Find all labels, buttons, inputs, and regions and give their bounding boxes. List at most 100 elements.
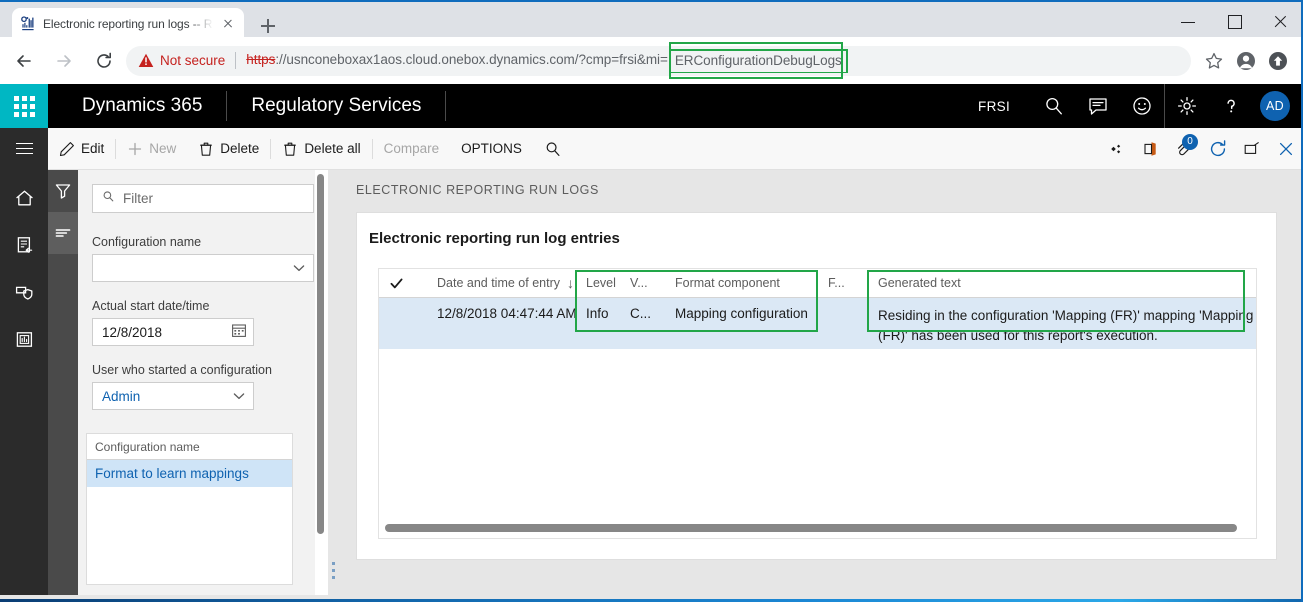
table-row[interactable]: 12/8/2018 04:47:44 AM Info C... Mapping … xyxy=(379,298,1256,349)
popout-icon[interactable] xyxy=(1235,128,1269,170)
attachment-icon[interactable]: 0 xyxy=(1167,128,1201,170)
delete-button[interactable]: Delete xyxy=(187,128,270,170)
module-label[interactable]: Regulatory Services xyxy=(227,91,447,121)
list-item[interactable]: Format to learn mappings xyxy=(87,460,292,487)
dynamics-365-favicon-icon xyxy=(20,15,36,32)
chevron-down-icon xyxy=(292,261,306,275)
d365-navbar: Dynamics 365 Regulatory Services FRSI AD xyxy=(0,84,1303,128)
configuration-list-header[interactable]: Configuration name xyxy=(87,434,292,460)
user-started-combo[interactable]: Admin xyxy=(92,382,254,410)
options-tab[interactable]: OPTIONS xyxy=(450,128,533,170)
user-started-label: User who started a configuration xyxy=(92,363,272,377)
select-all-checkmark-icon[interactable] xyxy=(379,269,413,298)
user-started-field: User who started a configuration Admin xyxy=(92,363,299,410)
update-arrow-icon[interactable] xyxy=(1263,46,1293,76)
search-icon xyxy=(102,190,115,208)
address-bar-url: https://usnconeboxax1aos.cloud.onebox.dy… xyxy=(246,48,848,73)
account-circle-icon[interactable] xyxy=(1231,46,1261,76)
panel-splitter[interactable] xyxy=(328,170,338,595)
relationships-icon[interactable] xyxy=(1099,128,1133,170)
configuration-name-label: Configuration name xyxy=(92,235,202,249)
column-header-generated-text[interactable]: Generated text xyxy=(869,269,1254,298)
help-icon[interactable] xyxy=(1209,84,1253,128)
left-navigation xyxy=(0,170,48,595)
browser-tab-title: Electronic reporting run logs -- R xyxy=(43,16,213,31)
filter-rail xyxy=(48,170,78,595)
list-lines-icon[interactable] xyxy=(48,212,78,254)
app-launcher-icon[interactable] xyxy=(0,84,48,128)
chevron-down-icon xyxy=(232,389,246,403)
brand-label[interactable]: Dynamics 365 xyxy=(58,91,228,121)
column-header-date[interactable]: Date and time of entry ↓ xyxy=(413,269,577,298)
cell-level: Info xyxy=(586,306,609,321)
delete-button-label: Delete xyxy=(220,141,260,156)
workspaces-icon[interactable] xyxy=(0,319,48,359)
log-entries-grid: Date and time of entry ↓ Level V... Form… xyxy=(378,268,1257,539)
window-controls xyxy=(1165,4,1303,39)
column-header-v[interactable]: V... xyxy=(621,269,666,298)
url-highlighted-param: ERConfigurationDebugLogs xyxy=(668,49,848,73)
new-button[interactable]: New xyxy=(116,128,187,170)
splitter-handle-icon[interactable] xyxy=(332,562,335,582)
recent-document-icon[interactable] xyxy=(0,225,48,265)
filter-input-placeholder: Filter xyxy=(123,191,153,206)
calendar-icon[interactable] xyxy=(231,322,247,343)
gear-icon[interactable] xyxy=(1165,84,1209,128)
configuration-name-field: Configuration name xyxy=(92,235,314,282)
column-header-date-label: Date and time of entry xyxy=(437,276,560,290)
cell-date: 12/8/2018 04:47:44 AM xyxy=(437,306,577,321)
column-header-format-component[interactable]: Format component xyxy=(666,269,819,298)
edit-button[interactable]: Edit xyxy=(48,128,115,170)
actual-start-date-input[interactable]: 12/8/2018 xyxy=(92,318,254,346)
filter-funnel-icon[interactable] xyxy=(48,170,78,212)
forward-button[interactable] xyxy=(48,45,80,77)
column-header-f[interactable]: F... xyxy=(819,269,869,298)
user-started-value: Admin xyxy=(102,388,141,404)
browser-tabstrip: Electronic reporting run logs -- R xyxy=(0,0,1303,39)
hamburger-menu-icon[interactable] xyxy=(0,127,48,170)
sort-descending-icon: ↓ xyxy=(566,275,574,291)
close-icon[interactable] xyxy=(1269,128,1303,170)
compare-button[interactable]: Compare xyxy=(373,128,451,170)
back-button[interactable] xyxy=(8,45,40,77)
configuration-name-combo[interactable] xyxy=(92,254,314,282)
new-tab-button[interactable] xyxy=(256,14,280,38)
reload-button[interactable] xyxy=(88,45,120,77)
smiley-icon[interactable] xyxy=(1120,84,1164,128)
maximize-icon[interactable] xyxy=(1211,4,1257,39)
grid-horizontal-scrollbar[interactable] xyxy=(385,524,1237,532)
delete-all-button-label: Delete all xyxy=(304,141,361,156)
star-icon[interactable] xyxy=(1199,46,1229,76)
new-button-label: New xyxy=(149,141,177,156)
cell-generated-text: Residing in the configuration 'Mapping (… xyxy=(878,308,1254,343)
card-title: Electronic reporting run log entries xyxy=(369,230,620,247)
url-divider xyxy=(235,52,237,69)
company-label[interactable]: FRSI xyxy=(978,99,1010,114)
filter-input[interactable]: Filter xyxy=(92,184,314,213)
actual-start-date-label: Actual start date/time xyxy=(92,299,210,313)
office-export-icon[interactable] xyxy=(1133,128,1167,170)
cell-format-component: Mapping configuration xyxy=(675,306,808,321)
compare-button-label: Compare xyxy=(383,141,440,156)
row-select-cell[interactable] xyxy=(379,298,413,349)
address-bar[interactable]: Not secure https://usnconeboxax1aos.clou… xyxy=(126,45,1191,76)
tab-close-icon[interactable] xyxy=(220,16,236,32)
home-icon[interactable] xyxy=(0,178,48,218)
edit-button-label: Edit xyxy=(81,141,105,156)
action-pane-search-icon[interactable] xyxy=(533,128,573,170)
avatar[interactable]: AD xyxy=(1260,91,1290,121)
delete-all-button[interactable]: Delete all xyxy=(271,128,371,170)
search-icon[interactable] xyxy=(1032,84,1076,128)
warning-triangle-icon xyxy=(138,53,154,68)
main-content: ELECTRONIC REPORTING RUN LOGS Electronic… xyxy=(338,170,1303,595)
minimize-icon[interactable] xyxy=(1165,4,1211,39)
left-panel-vertical-scrollbar[interactable] xyxy=(316,174,324,534)
url-rest: ://usnconeboxax1aos.cloud.onebox.dynamic… xyxy=(275,52,668,68)
feedback-icon[interactable] xyxy=(1076,84,1120,128)
browser-tab[interactable]: Electronic reporting run logs -- R xyxy=(12,8,244,39)
url-scheme: https xyxy=(246,52,276,68)
favorites-shield-icon[interactable] xyxy=(0,272,48,312)
window-close-icon[interactable] xyxy=(1257,4,1303,39)
refresh-icon[interactable] xyxy=(1201,128,1235,170)
column-header-level[interactable]: Level xyxy=(577,269,621,298)
